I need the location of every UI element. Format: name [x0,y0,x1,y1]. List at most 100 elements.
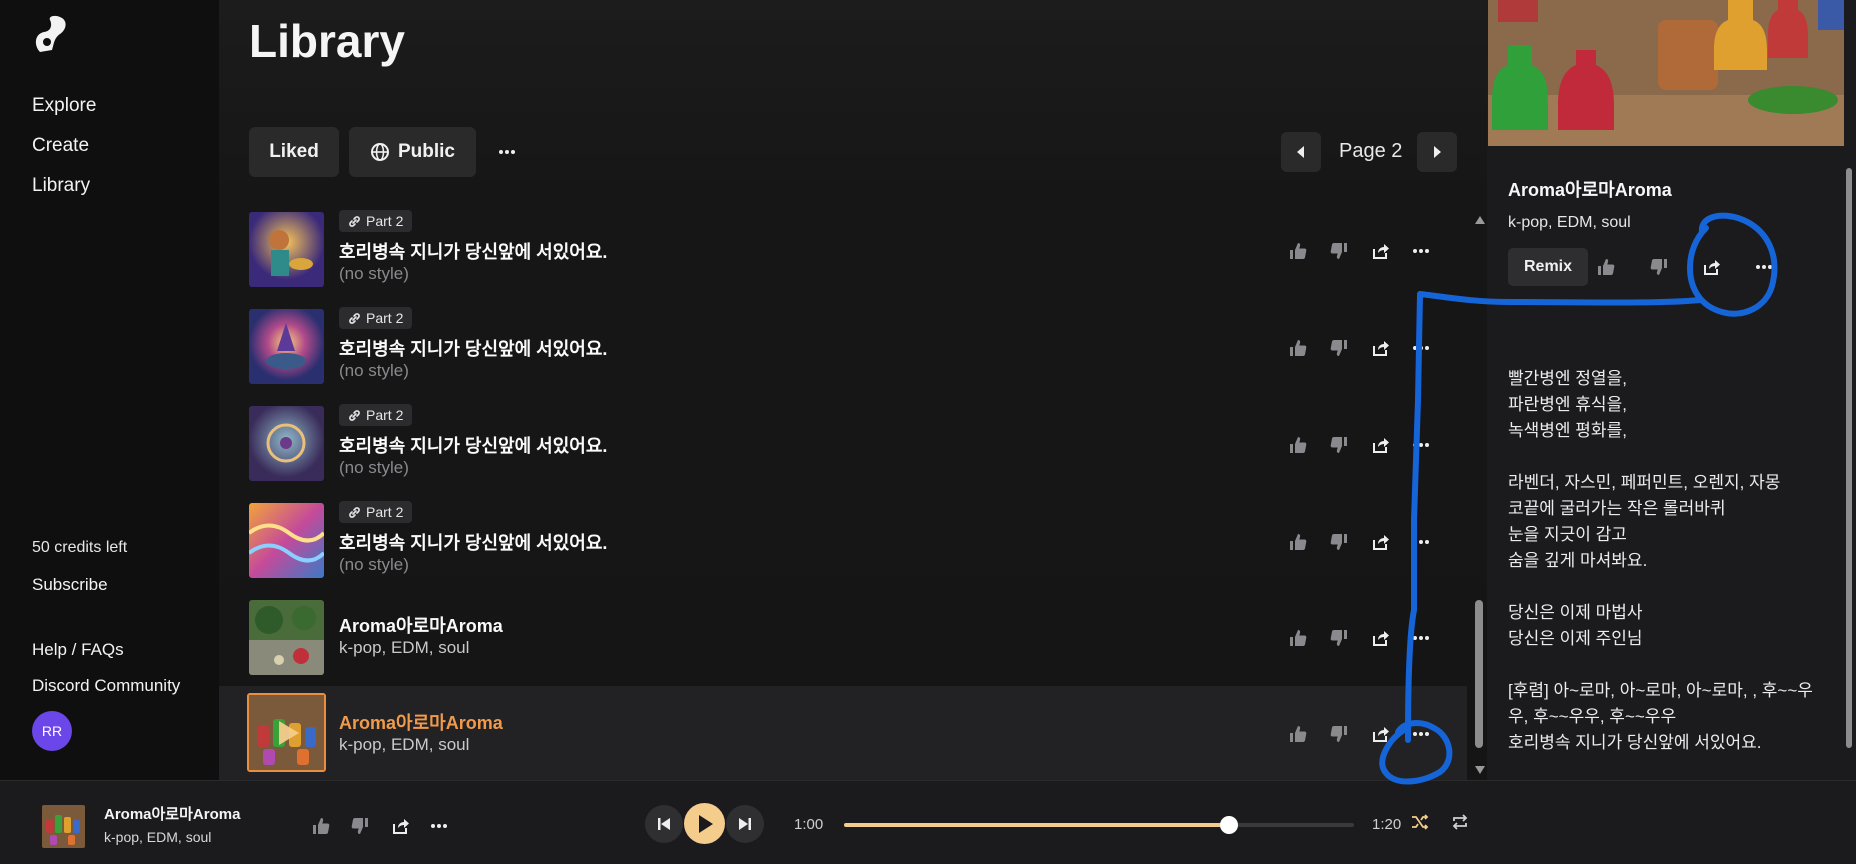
share-icon[interactable] [1369,434,1391,456]
next-page-button[interactable] [1417,132,1457,172]
library-panel: Library Liked Public Page 2 Part 2 호리병속 … [219,0,1487,780]
song-row[interactable]: Part 2 호리병속 지니가 당신앞에 서있어요. (no style) [219,301,1467,397]
sidebar: Explore Create Library 50 credits left S… [0,0,219,780]
current-time: 1:00 [794,816,824,833]
dislike-icon[interactable] [1328,723,1350,745]
logo-icon[interactable] [30,12,72,54]
more-options-icon[interactable] [1410,434,1432,456]
next-track-button[interactable] [726,805,764,843]
like-icon[interactable] [1595,256,1617,278]
more-icon [499,150,515,154]
repeat-button[interactable] [1451,813,1469,836]
credits-left: 50 credits left [32,539,128,556]
row-actions [1287,530,1432,554]
like-icon[interactable] [1287,337,1309,359]
song-genre: k-pop, EDM, soul [339,735,470,754]
song-cover-thumbnail[interactable] [249,503,324,578]
shuffle-button[interactable] [1411,813,1429,836]
public-filter-button[interactable]: Public [349,127,476,177]
song-row[interactable]: Aroma아로마Aroma k-pop, EDM, soul [219,592,1467,688]
song-cover-thumbnail[interactable] [249,212,324,287]
part-tag: Part 2 [339,501,413,523]
song-list: Part 2 호리병속 지니가 당신앞에 서있어요. (no style) Pa… [219,204,1467,780]
song-row-active[interactable]: Aroma아로마Aroma k-pop, EDM, soul [219,686,1467,780]
dislike-icon[interactable] [1328,240,1350,262]
progress-handle[interactable] [1220,816,1239,834]
song-title[interactable]: 호리병속 지니가 당신앞에 서있어요. [339,529,607,555]
more-options-icon[interactable] [1410,531,1432,553]
previous-page-button[interactable] [1281,132,1321,172]
row-actions [1287,722,1432,746]
part-tag-label: Part 2 [366,407,404,423]
scroll-down-arrow-icon[interactable] [1475,766,1485,774]
song-list-scrollbar[interactable] [1472,214,1486,774]
song-cover-thumbnail[interactable] [249,406,324,481]
page-title: Library [249,15,405,67]
now-playing-title[interactable]: Aroma아로마Aroma [104,803,240,824]
play-icon [698,814,713,833]
dislike-icon[interactable] [1648,256,1670,278]
song-title[interactable]: 호리병속 지니가 당신앞에 서있어요. [339,432,607,458]
song-style: (no style) [339,458,409,477]
song-title[interactable]: 호리병속 지니가 당신앞에 서있어요. [339,335,607,361]
song-style: (no style) [339,555,409,574]
previous-track-button[interactable] [645,805,683,843]
song-title[interactable]: Aroma아로마Aroma [339,612,503,638]
song-cover-image [1488,0,1844,146]
nav-explore[interactable]: Explore [32,92,96,132]
song-row[interactable]: Part 2 호리병속 지니가 당신앞에 서있어요. (no style) [219,398,1467,494]
link-icon [349,409,360,421]
song-cover-thumbnail[interactable] [249,600,324,675]
detail-scrollbar-thumb[interactable] [1846,168,1852,748]
dislike-icon[interactable] [1328,531,1350,553]
dislike-icon[interactable] [1328,434,1350,456]
scrollbar-thumb[interactable] [1475,600,1483,748]
song-title-active[interactable]: Aroma아로마Aroma [339,709,503,735]
song-detail-panel: Aroma아로마Aroma k-pop, EDM, soul Remix 빨간병… [1487,0,1856,780]
share-icon[interactable] [1369,531,1391,553]
share-icon[interactable] [1369,627,1391,649]
avatar[interactable]: RR [32,711,72,751]
liked-filter-button[interactable]: Liked [249,127,339,177]
more-options-icon[interactable] [1410,240,1432,262]
more-filters-button[interactable] [491,127,523,177]
like-icon[interactable] [1287,627,1309,649]
player-song-actions [310,815,450,837]
discord-link[interactable]: Discord Community [32,676,180,696]
like-icon[interactable] [1287,434,1309,456]
dislike-icon[interactable] [1328,627,1350,649]
help-link[interactable]: Help / FAQs [32,640,124,660]
song-row[interactable]: Part 2 호리병속 지니가 당신앞에 서있어요. (no style) [219,204,1467,300]
share-icon[interactable] [1700,256,1722,278]
more-options-icon[interactable] [1410,337,1432,359]
progress-slider[interactable] [844,816,1354,834]
share-icon[interactable] [1369,723,1391,745]
like-icon[interactable] [1287,240,1309,262]
now-playing-cover[interactable] [42,805,85,848]
share-icon[interactable] [1369,337,1391,359]
subscribe-link[interactable]: Subscribe [32,575,108,595]
like-icon[interactable] [1287,531,1309,553]
dislike-icon[interactable] [349,815,371,837]
song-cover-thumbnail[interactable] [249,309,324,384]
dislike-icon[interactable] [1328,337,1350,359]
more-options-icon[interactable] [428,815,450,837]
nav-create[interactable]: Create [32,132,96,172]
song-title[interactable]: 호리병속 지니가 당신앞에 서있어요. [339,238,607,264]
song-row[interactable]: Part 2 호리병속 지니가 당신앞에 서있어요. (no style) [219,495,1467,591]
like-icon[interactable] [310,815,332,837]
remix-button[interactable]: Remix [1508,248,1588,286]
link-icon [349,215,360,227]
share-icon[interactable] [1369,240,1391,262]
more-options-icon[interactable] [1410,627,1432,649]
more-options-icon[interactable] [1410,723,1432,745]
nav-library[interactable]: Library [32,172,96,212]
more-options-icon[interactable] [1753,256,1775,278]
share-icon[interactable] [389,815,411,837]
song-cover-thumbnail[interactable] [247,693,326,772]
scroll-up-arrow-icon[interactable] [1475,216,1485,224]
play-button[interactable] [684,803,725,844]
like-icon[interactable] [1287,723,1309,745]
detail-scrollbar[interactable] [1844,168,1854,748]
song-genre: k-pop, EDM, soul [339,638,470,657]
